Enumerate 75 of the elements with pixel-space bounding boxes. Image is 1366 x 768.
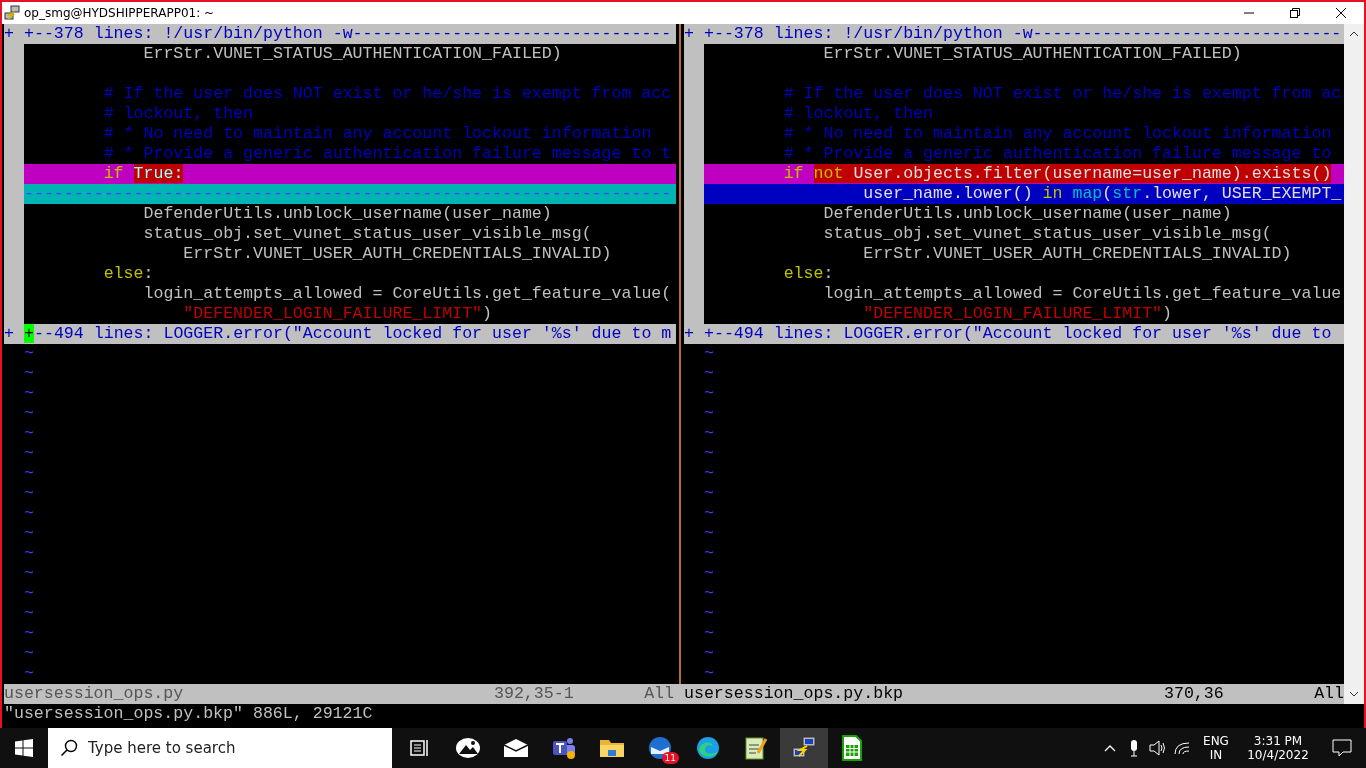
empty-line-marker: ~ xyxy=(24,604,34,623)
scroll-up-icon[interactable] xyxy=(1349,30,1359,38)
photos-icon xyxy=(455,736,481,760)
terminal-app-icon xyxy=(4,5,20,21)
task-view-icon xyxy=(410,739,430,757)
empty-line-marker: ~ xyxy=(704,364,714,383)
notification-count: 11 xyxy=(661,752,679,764)
empty-line-marker: ~ xyxy=(24,424,34,443)
folder-icon xyxy=(599,737,625,759)
empty-line-marker: ~ xyxy=(24,624,34,643)
empty-line-marker: ~ xyxy=(24,524,34,543)
taskbar-app-button[interactable]: 11 xyxy=(636,728,684,768)
cursor-position: 392,35-1 xyxy=(494,684,575,704)
empty-line-marker: ~ xyxy=(24,644,34,663)
empty-line-marker: ~ xyxy=(24,664,34,683)
deleted-line-filler: ----------------------------------------------------------------- xyxy=(24,184,676,204)
status-filename: usersession_ops.py.bkp xyxy=(684,684,905,704)
empty-line-marker: ~ xyxy=(24,404,34,423)
caret-icon xyxy=(1104,744,1116,752)
empty-line-marker: ~ xyxy=(704,584,714,603)
windows-logo-icon xyxy=(15,739,33,757)
speaker-icon xyxy=(1149,740,1167,756)
empty-line-marker: ~ xyxy=(704,664,714,683)
empty-line-marker: ~ xyxy=(24,504,34,523)
fold-sign: + xyxy=(4,24,15,44)
command-line: "usersession_ops.py.bkp" 886L, 29121C xyxy=(3,704,374,724)
empty-line-marker: ~ xyxy=(24,564,34,583)
empty-line-marker: ~ xyxy=(704,564,714,583)
empty-line-marker: ~ xyxy=(704,344,714,363)
clock[interactable]: 3:31 PM 10/4/2022 xyxy=(1238,734,1318,762)
empty-line-marker: ~ xyxy=(704,644,714,663)
search-icon xyxy=(60,739,78,757)
spreadsheet-icon xyxy=(841,735,863,761)
browser-icon xyxy=(696,736,720,760)
taskbar-app-button[interactable] xyxy=(780,728,828,768)
cursor-position: 370,36 xyxy=(1164,684,1225,704)
input-language-button[interactable]: ENG IN xyxy=(1194,734,1238,762)
empty-line-marker: ~ xyxy=(704,484,714,503)
notepad-icon xyxy=(744,735,768,761)
scroll-down-icon[interactable] xyxy=(1349,690,1359,698)
empty-line-marker: ~ xyxy=(24,364,34,383)
chat-app-icon xyxy=(551,736,577,760)
mail-icon xyxy=(503,738,529,758)
scrollbar[interactable] xyxy=(1344,24,1364,704)
empty-line-marker: ~ xyxy=(24,544,34,563)
empty-line-marker: ~ xyxy=(704,524,714,543)
scroll-position: All xyxy=(1314,684,1344,704)
empty-line-marker: ~ xyxy=(24,484,34,503)
empty-line-marker: ~ xyxy=(24,464,34,483)
window-title: op_smg@HYDSHIPPERAPP01: ~ xyxy=(24,6,215,20)
scroll-position: All xyxy=(644,684,674,704)
speech-bubble-icon xyxy=(1332,739,1352,757)
empty-line-marker: ~ xyxy=(704,624,714,643)
restore-icon xyxy=(1290,8,1300,18)
empty-line-marker: ~ xyxy=(24,444,34,463)
empty-line-marker: ~ xyxy=(704,504,714,523)
empty-line-marker: ~ xyxy=(704,604,714,623)
fold-sign: + xyxy=(4,324,15,344)
empty-line-marker: ~ xyxy=(704,424,714,443)
empty-line-marker: ~ xyxy=(704,544,714,563)
search-field[interactable]: Type here to search xyxy=(48,728,392,768)
empty-line-marker: ~ xyxy=(704,404,714,423)
close-icon xyxy=(1336,8,1346,18)
empty-line-marker: ~ xyxy=(704,384,714,403)
empty-line-marker: ~ xyxy=(24,584,34,603)
network-icon xyxy=(1173,741,1191,755)
empty-line-marker: ~ xyxy=(24,384,34,403)
status-filename: usersession_ops.py xyxy=(4,684,185,704)
empty-line-marker: ~ xyxy=(704,464,714,483)
fold-sign: + xyxy=(684,324,695,344)
empty-line-marker: ~ xyxy=(704,444,714,463)
microphone-icon xyxy=(1129,739,1139,757)
empty-line-marker: ~ xyxy=(24,344,34,363)
mail-client-icon xyxy=(647,736,673,760)
fold-sign: + xyxy=(684,24,695,44)
